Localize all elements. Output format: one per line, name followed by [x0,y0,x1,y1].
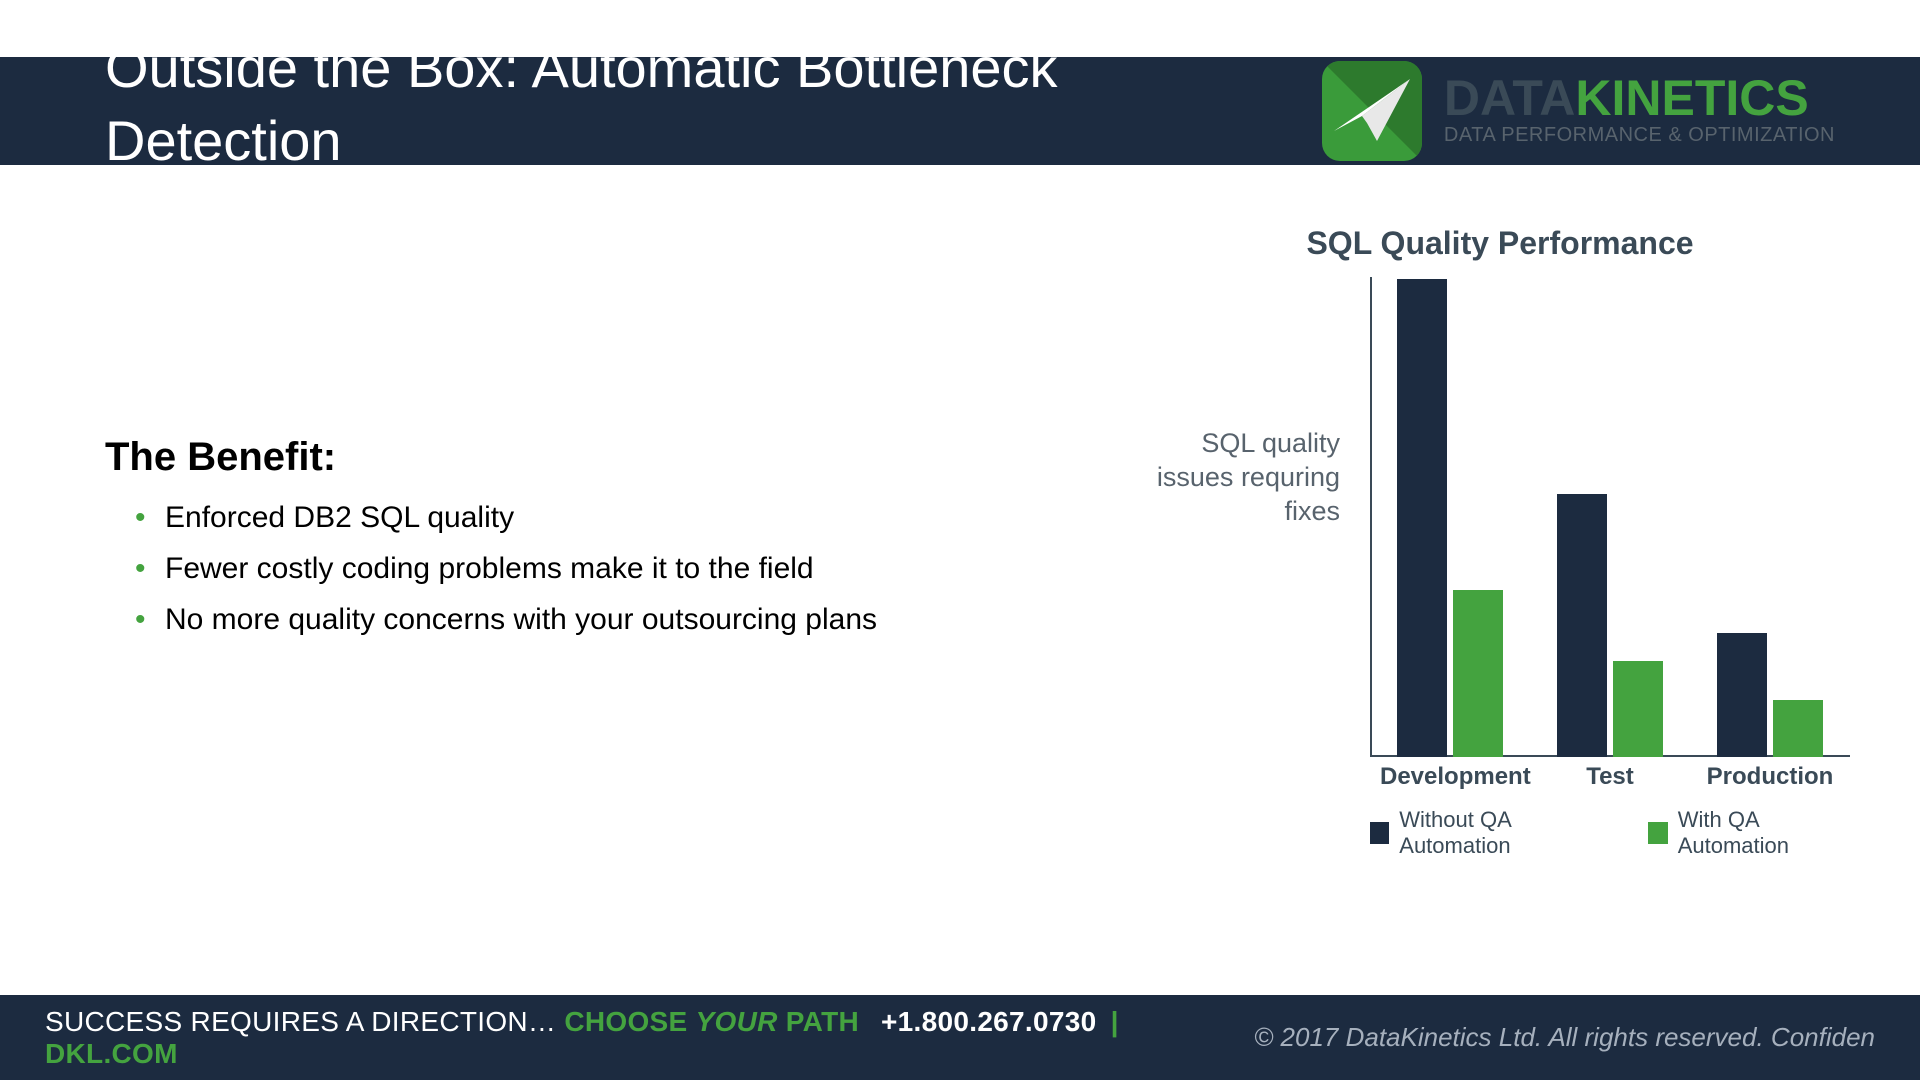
chart-legend: Without QA Automation With QA Automation [1370,807,1850,859]
list-item: Fewer costly coding problems make it to … [105,543,965,594]
brand-word-2: KINETICS [1575,70,1808,126]
legend-label: With QA Automation [1678,807,1850,859]
legend-swatch [1370,822,1389,844]
chart-bar [1613,661,1663,757]
footer-site: DKL.COM [45,1038,178,1069]
legend-label: Without QA Automation [1399,807,1598,859]
benefit-heading: The Benefit: [105,435,965,480]
chart-x-tick: Test [1540,763,1680,791]
benefit-section: The Benefit: Enforced DB2 SQL quality Fe… [105,435,965,645]
chart-bars [1370,277,1850,757]
chart-title: SQL Quality Performance [1140,225,1860,262]
footer-phone: +1.800.267.0730 [881,1006,1096,1037]
chart-x-tick: Development [1380,763,1520,791]
chart-x-labels: Development Test Production [1370,763,1850,791]
brand-word-1: DATA [1444,70,1575,126]
list-item: No more quality concerns with your outso… [105,594,965,645]
footer-text: CHOOSE [564,1006,695,1037]
footer-copyright: © 2017 DataKinetics Ltd. All rights rese… [1254,1022,1875,1053]
paper-plane-icon [1322,61,1422,161]
chart-bar [1397,279,1447,757]
chart-bar-group [1380,279,1520,757]
chart-x-tick: Production [1700,763,1840,791]
chart-bar [1773,700,1823,757]
footer-text: YOUR [696,1006,786,1037]
list-item: Enforced DB2 SQL quality [105,492,965,543]
brand-logo-text: DATAKINETICS DATA PERFORMANCE & OPTIMIZA… [1444,75,1835,148]
legend-item: With QA Automation [1648,807,1850,859]
footer-sep: | [1103,1006,1119,1037]
chart-bar-group [1540,494,1680,757]
footer-bar: SUCCESS REQUIRES A DIRECTION… CHOOSE YOU… [0,995,1920,1080]
footer-text: PATH [786,1006,859,1037]
footer-text: SUCCESS REQUIRES A DIRECTION… [45,1006,564,1037]
legend-item: Without QA Automation [1370,807,1598,859]
chart-y-label: SQL quality issues requring fixes [1140,427,1340,528]
chart-bar [1453,590,1503,757]
page-title: Outside the Box: Automatic Bottleneck De… [105,32,1165,178]
footer-left: SUCCESS REQUIRES A DIRECTION… CHOOSE YOU… [45,1006,1254,1070]
chart-bar [1557,494,1607,757]
benefit-list: Enforced DB2 SQL quality Fewer costly co… [105,492,965,645]
chart-bar-group [1700,633,1840,757]
brand-logo: DATAKINETICS DATA PERFORMANCE & OPTIMIZA… [1322,57,1835,165]
legend-swatch [1648,822,1667,844]
brand-tagline: DATA PERFORMANCE & OPTIMIZATION [1444,124,1835,147]
chart-bar [1717,633,1767,757]
chart: SQL Quality Performance SQL quality issu… [1140,225,1860,757]
